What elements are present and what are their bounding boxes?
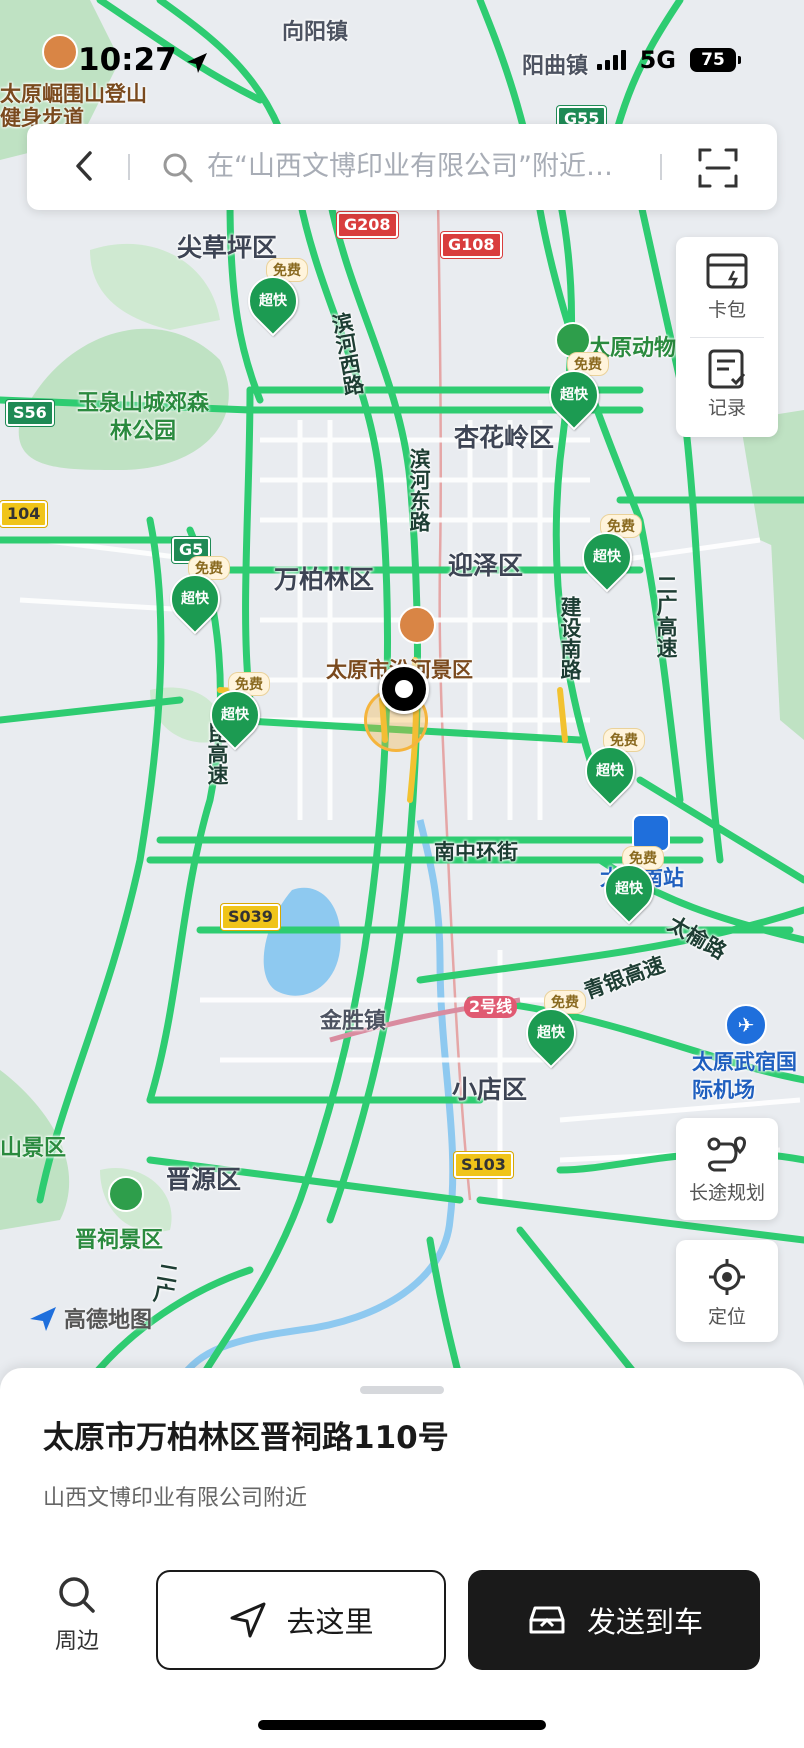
district-label: 迎泽区 (448, 551, 524, 580)
send-to-car-button[interactable]: 发送到车 (468, 1570, 760, 1670)
park-icon[interactable] (108, 1176, 144, 1212)
status-icons: 5G 75 (596, 46, 741, 74)
battery-icon: 75 (690, 48, 741, 72)
metro-line-2-badge: 2号线 (464, 996, 518, 1018)
network-type: 5G (639, 46, 676, 74)
town-label: 金胜镇 (320, 1009, 387, 1034)
shield-s039: S039 (221, 904, 280, 930)
search-bar[interactable]: 在“山西文博印业有限公司”附近搜索 (27, 124, 777, 210)
go-here-button[interactable]: 去这里 (156, 1570, 446, 1670)
card-pack-label: 卡包 (707, 299, 746, 321)
search-input[interactable]: 在“山西文博印业有限公司”附近搜索 (207, 148, 627, 186)
shield-g208: G208 (337, 212, 398, 238)
location-services-icon (187, 53, 207, 73)
district-label: 尖草坪区 (177, 233, 278, 262)
status-time: 10:27 (78, 42, 177, 78)
home-indicator[interactable] (258, 1720, 546, 1730)
card-pack-button[interactable]: 卡包 (676, 251, 778, 322)
park-label: 晋祠景区 (75, 1228, 164, 1253)
address-subtitle: 山西文博印业有限公司附近 (43, 1486, 308, 1511)
district-label: 晋源区 (166, 1165, 242, 1194)
cellular-signal-icon (596, 50, 626, 70)
records-button[interactable]: 记录 (676, 349, 778, 420)
location-sheet: 太原市万柏林区晋祠路110号 山西文博印业有限公司附近 周边 去这里 发送到车 (0, 1368, 804, 1748)
airport-label: 太原武宿国际机场 (692, 1050, 797, 1102)
locate-button[interactable]: 定位 (676, 1240, 778, 1342)
road-label: 建设南路 (558, 596, 582, 680)
map-logo: 高德地图 (28, 1302, 152, 1334)
road-label: 滨河东路 (407, 448, 431, 532)
locate-label: 定位 (707, 1306, 746, 1328)
scenic-area-icon[interactable] (42, 34, 78, 70)
park-label: 山景区 (0, 1136, 67, 1161)
location-pin-icon[interactable] (379, 664, 429, 714)
nearby-label: 周边 (54, 1629, 99, 1654)
long-trip-button[interactable]: 长途规划 (676, 1118, 778, 1220)
send-to-car-label: 发送到车 (586, 1605, 703, 1639)
long-trip-label: 长途规划 (688, 1182, 765, 1204)
park-label: 玉泉山城郊森林公园 (76, 391, 209, 444)
road-label: 二广高速 (654, 574, 678, 658)
tools-panel: 卡包 记录 (676, 237, 778, 437)
card-pack-icon (706, 253, 748, 289)
shield-s56: S56 (6, 400, 54, 426)
district-label: 万柏林区 (274, 565, 375, 594)
locate-icon (709, 1259, 745, 1295)
scenic-area-icon[interactable] (398, 606, 436, 644)
town-label: 阳曲镇 (522, 54, 589, 79)
records-icon (708, 349, 746, 389)
navigate-arrow-icon (230, 1602, 266, 1638)
shield-g108: G108 (441, 232, 502, 258)
search-icon (59, 1577, 95, 1613)
search-icon (163, 153, 193, 183)
back-arrow-icon[interactable] (67, 148, 103, 184)
address-title: 太原市万柏林区晋祠路110号 (43, 1420, 449, 1456)
sheet-handle[interactable] (360, 1386, 444, 1394)
nearby-button[interactable]: 周边 (40, 1573, 114, 1655)
shield-s103: S103 (454, 1152, 513, 1178)
divider (690, 337, 764, 338)
divider (128, 154, 130, 180)
district-label: 小店区 (452, 1075, 528, 1104)
town-label: 向阳镇 (282, 20, 349, 45)
divider (660, 154, 662, 180)
amap-logo-icon (30, 1307, 56, 1331)
shield-104: 104 (0, 501, 48, 527)
car-icon (529, 1606, 565, 1634)
records-label: 记录 (707, 397, 746, 419)
poi-label: 太原崛围山登山健身步道 (0, 82, 147, 130)
scan-icon[interactable] (697, 147, 739, 189)
road-label: 南中环街 (434, 840, 518, 864)
go-here-label: 去这里 (286, 1605, 374, 1639)
route-plan-icon (707, 1136, 746, 1172)
airport-icon[interactable]: ✈ (725, 1004, 767, 1046)
district-label: 杏花岭区 (454, 423, 555, 452)
